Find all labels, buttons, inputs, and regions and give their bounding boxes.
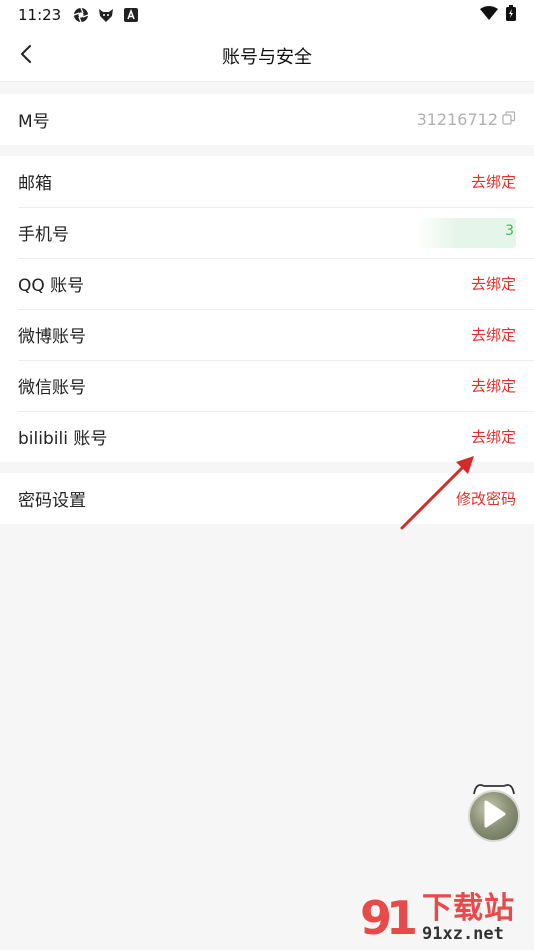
account-id-value: 31216712 xyxy=(416,110,498,129)
video-thumbnail xyxy=(468,790,520,842)
binding-row-phone[interactable]: 手机号 3 xyxy=(0,207,534,258)
play-icon xyxy=(481,799,507,833)
account-id-label: M号 xyxy=(18,112,50,132)
phone-value-tail: 3 xyxy=(505,222,514,239)
binding-label: 微博账号 xyxy=(18,327,86,347)
change-password-button[interactable]: 修改密码 xyxy=(456,488,516,509)
status-bar: 11:23 xyxy=(0,0,534,30)
account-id-value-wrap[interactable]: 31216712 xyxy=(417,110,516,129)
app-a-icon xyxy=(123,7,139,23)
binding-row-email[interactable]: 邮箱 去绑定 xyxy=(0,156,534,207)
phone-value-blurred: 3 xyxy=(416,217,516,248)
copy-icon xyxy=(502,110,516,129)
back-button[interactable] xyxy=(10,40,42,72)
bind-wechat-button[interactable]: 去绑定 xyxy=(471,375,516,396)
account-id-card: M号 31216712 xyxy=(0,94,534,145)
battery-icon xyxy=(506,5,516,25)
bindings-card: 邮箱 去绑定 手机号 3 QQ 账号 去绑定 微博账号 去绑定 微信账号 去绑定… xyxy=(0,156,534,462)
watermark: 91 下载站 91xz.net xyxy=(360,888,532,948)
status-time: 11:23 xyxy=(18,6,62,24)
page-title: 账号与安全 xyxy=(222,46,312,68)
password-card: 密码设置 修改密码 xyxy=(0,473,534,524)
binding-label: 微信账号 xyxy=(18,378,86,398)
watermark-name: 下载站 xyxy=(422,890,515,926)
binding-row-qq[interactable]: QQ 账号 去绑定 xyxy=(0,258,534,309)
top-app-bar: 账号与安全 xyxy=(0,30,534,82)
watermark-text: 下载站 91xz.net xyxy=(422,890,515,944)
binding-row-weibo[interactable]: 微博账号 去绑定 xyxy=(0,309,534,360)
password-row[interactable]: 密码设置 修改密码 xyxy=(0,473,534,524)
status-right xyxy=(480,5,516,25)
binding-label: 手机号 xyxy=(18,225,69,245)
bind-email-button[interactable]: 去绑定 xyxy=(471,171,516,192)
fox-icon xyxy=(98,7,114,23)
bind-bilibili-button[interactable]: 去绑定 xyxy=(471,426,516,447)
password-label: 密码设置 xyxy=(18,491,86,511)
binding-label: QQ 账号 xyxy=(18,276,85,296)
watermark-url: 91xz.net xyxy=(422,923,504,944)
binding-row-bilibili[interactable]: bilibili 账号 去绑定 xyxy=(0,411,534,462)
account-id-row: M号 31216712 xyxy=(0,94,534,145)
binding-label: 邮箱 xyxy=(18,174,52,194)
binding-row-wechat[interactable]: 微信账号 去绑定 xyxy=(0,360,534,411)
binding-label: bilibili 账号 xyxy=(18,429,108,449)
wifi-icon xyxy=(480,6,498,24)
watermark-logo: 91 xyxy=(360,891,418,945)
chevron-left-icon xyxy=(19,44,33,68)
bind-weibo-button[interactable]: 去绑定 xyxy=(471,324,516,345)
aperture-icon xyxy=(73,7,89,23)
bind-qq-button[interactable]: 去绑定 xyxy=(471,273,516,294)
floating-video-button[interactable] xyxy=(466,780,522,844)
